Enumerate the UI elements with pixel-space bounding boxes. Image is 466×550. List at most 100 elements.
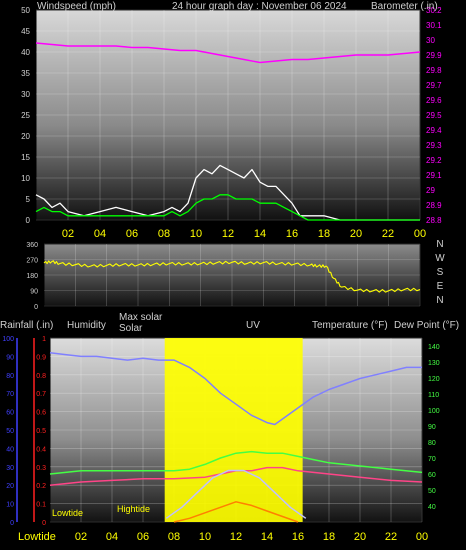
- temp-tick-label: 110: [428, 392, 439, 399]
- rain-tick-label: 20: [6, 483, 14, 490]
- bottom-time-tick-label: 02: [75, 531, 87, 543]
- time-tick-label: 04: [94, 228, 106, 240]
- bottom-header-label: Rainfall (.in): [0, 320, 53, 331]
- time-tick-label: 12: [222, 228, 234, 240]
- baro-tick-label: 30: [426, 36, 435, 45]
- temp-tick-label: 120: [428, 376, 440, 383]
- wind-axis-ticks: 0 5 10 15 20 25 30 35 40 45 50: [21, 6, 30, 225]
- bottom-time-tick-label: 22: [385, 531, 397, 543]
- time-tick-label: 06: [126, 228, 138, 240]
- bottom-header-label: Humidity: [67, 320, 106, 331]
- bottom-time-tick-label: 08: [168, 531, 180, 543]
- rain-tick-label: 0: [10, 520, 14, 527]
- humidity-tick-label: 0.6: [36, 410, 46, 417]
- compass-label: S: [437, 267, 444, 278]
- lowtide-bottom-label: Lowtide: [18, 531, 56, 543]
- temp-tick-label: 60: [428, 472, 436, 479]
- temp-tick-label: 130: [428, 360, 440, 367]
- time-tick-label: 14: [254, 228, 266, 240]
- bottom-time-tick-label: 04: [106, 531, 118, 543]
- baro-tick-label: 28.8: [426, 216, 442, 225]
- baro-tick-label: 29.4: [426, 126, 442, 135]
- compass-label: N: [436, 295, 443, 306]
- wind-tick-label: 15: [21, 153, 30, 162]
- humidity-tick-label: 0.1: [36, 502, 46, 509]
- bottom-header-label: Solar: [119, 323, 143, 334]
- temp-tick-label: 90: [428, 424, 436, 431]
- temp-tick-label: 100: [428, 408, 440, 415]
- wind-axis-title: Windspeed (mph): [37, 1, 116, 12]
- wind-tick-label: 45: [21, 27, 30, 36]
- wind-tick-label: 30: [21, 90, 30, 99]
- temp-tick-label: 80: [428, 440, 436, 447]
- compass-label: W: [435, 253, 445, 264]
- bottom-time-tick-label: 20: [354, 531, 366, 543]
- hightide-label: Hightide: [117, 504, 150, 514]
- direction-tick-label: 0: [34, 304, 38, 311]
- humidity-tick-label: 0.9: [36, 354, 46, 361]
- direction-tick-label: 270: [26, 258, 38, 265]
- direction-tick-label: 90: [30, 289, 38, 296]
- temp-tick-label: 40: [428, 504, 436, 511]
- baro-tick-label: 29: [426, 186, 435, 195]
- rain-tick-label: 60: [6, 410, 14, 417]
- humidity-tick-label: 0.3: [36, 465, 46, 472]
- graph-title: 24 hour graph day : November 06 2024: [172, 1, 347, 12]
- direction-tick-label: 180: [26, 273, 38, 280]
- bottom-time-tick-label: 10: [199, 531, 211, 543]
- wind-tick-label: 10: [21, 174, 30, 183]
- wind-baro-panel: 05101520253035404550 28.828.92929.129.22…: [21, 1, 442, 240]
- baro-tick-label: 29.9: [426, 51, 442, 60]
- weather-graph: 05101520253035404550 28.828.92929.129.22…: [0, 1, 459, 543]
- bottom-header-label: Temperature (°F): [312, 320, 388, 331]
- time-tick-label: 16: [286, 228, 298, 240]
- temp-tick-label: 50: [428, 488, 436, 495]
- baro-tick-label: 29.2: [426, 156, 442, 165]
- wind-tick-label: 5: [26, 195, 31, 204]
- time-tick-label: 20: [350, 228, 362, 240]
- wind-tick-label: 40: [21, 48, 30, 57]
- temp-humidity-panel: Rainfall (.in) Humidity Max solarSolar UV Te…: [0, 312, 459, 543]
- wind-tick-label: 0: [26, 216, 31, 225]
- compass-label: N: [436, 239, 443, 250]
- bottom-panel-headers: Rainfall (.in) Humidity Max solarSolar UV Te…: [0, 312, 459, 334]
- wind-tick-label: 50: [21, 6, 30, 15]
- humidity-tick-label: 0.4: [36, 446, 46, 453]
- humidity-tick-label: 0: [42, 520, 46, 527]
- time-axis-ticks: 02 04 06 08 10 12 14 16 18 20 22 00: [62, 228, 426, 240]
- rain-tick-label: 70: [6, 391, 14, 398]
- time-tick-label: 00: [414, 228, 426, 240]
- baro-tick-label: 29.3: [426, 141, 442, 150]
- temp-tick-label: 70: [428, 456, 436, 463]
- rain-tick-label: 50: [6, 428, 14, 435]
- time-tick-label: 08: [158, 228, 170, 240]
- baro-tick-label: 30.1: [426, 21, 442, 30]
- direction-tick-label: 360: [26, 242, 38, 249]
- bottom-time-tick-label: 14: [261, 531, 273, 543]
- bottom-time-tick-label: 00: [416, 531, 428, 543]
- wind-tick-label: 25: [21, 111, 30, 120]
- rain-tick-label: 30: [6, 465, 14, 472]
- rain-tick-label: 100: [2, 336, 14, 343]
- humidity-tick-label: 0.7: [36, 391, 46, 398]
- bottom-time-tick-label: 06: [137, 531, 149, 543]
- humidity-tick-label: 0.8: [36, 373, 46, 380]
- time-tick-label: 22: [382, 228, 394, 240]
- rain-tick-label: 90: [6, 354, 14, 361]
- bottom-time-tick-label: 18: [323, 531, 335, 543]
- baro-tick-label: 29.1: [426, 171, 442, 180]
- rain-tick-label: 80: [6, 373, 14, 380]
- rain-tick-label: 40: [6, 446, 14, 453]
- wind-direction-panel: 090180270360 NWSEN: [26, 239, 445, 311]
- baro-axis-ticks: 28.8 28.9 29 29.1 29.2 29.3 29.4 29.5 29.6 29.7 29…: [426, 6, 442, 225]
- bottom-time-tick-label: 12: [230, 531, 242, 543]
- baro-tick-label: 29.5: [426, 111, 442, 120]
- bottom-header-label: Dew Point (°F): [394, 320, 459, 331]
- baro-axis-title: Barometer (.in): [371, 1, 438, 12]
- bottom-header-label: Max solar: [119, 312, 163, 323]
- time-tick-label: 02: [62, 228, 74, 240]
- rain-tick-label: 10: [6, 502, 14, 509]
- wind-tick-label: 35: [21, 69, 30, 78]
- temp-tick-label: 140: [428, 344, 440, 351]
- compass-label: E: [437, 281, 444, 292]
